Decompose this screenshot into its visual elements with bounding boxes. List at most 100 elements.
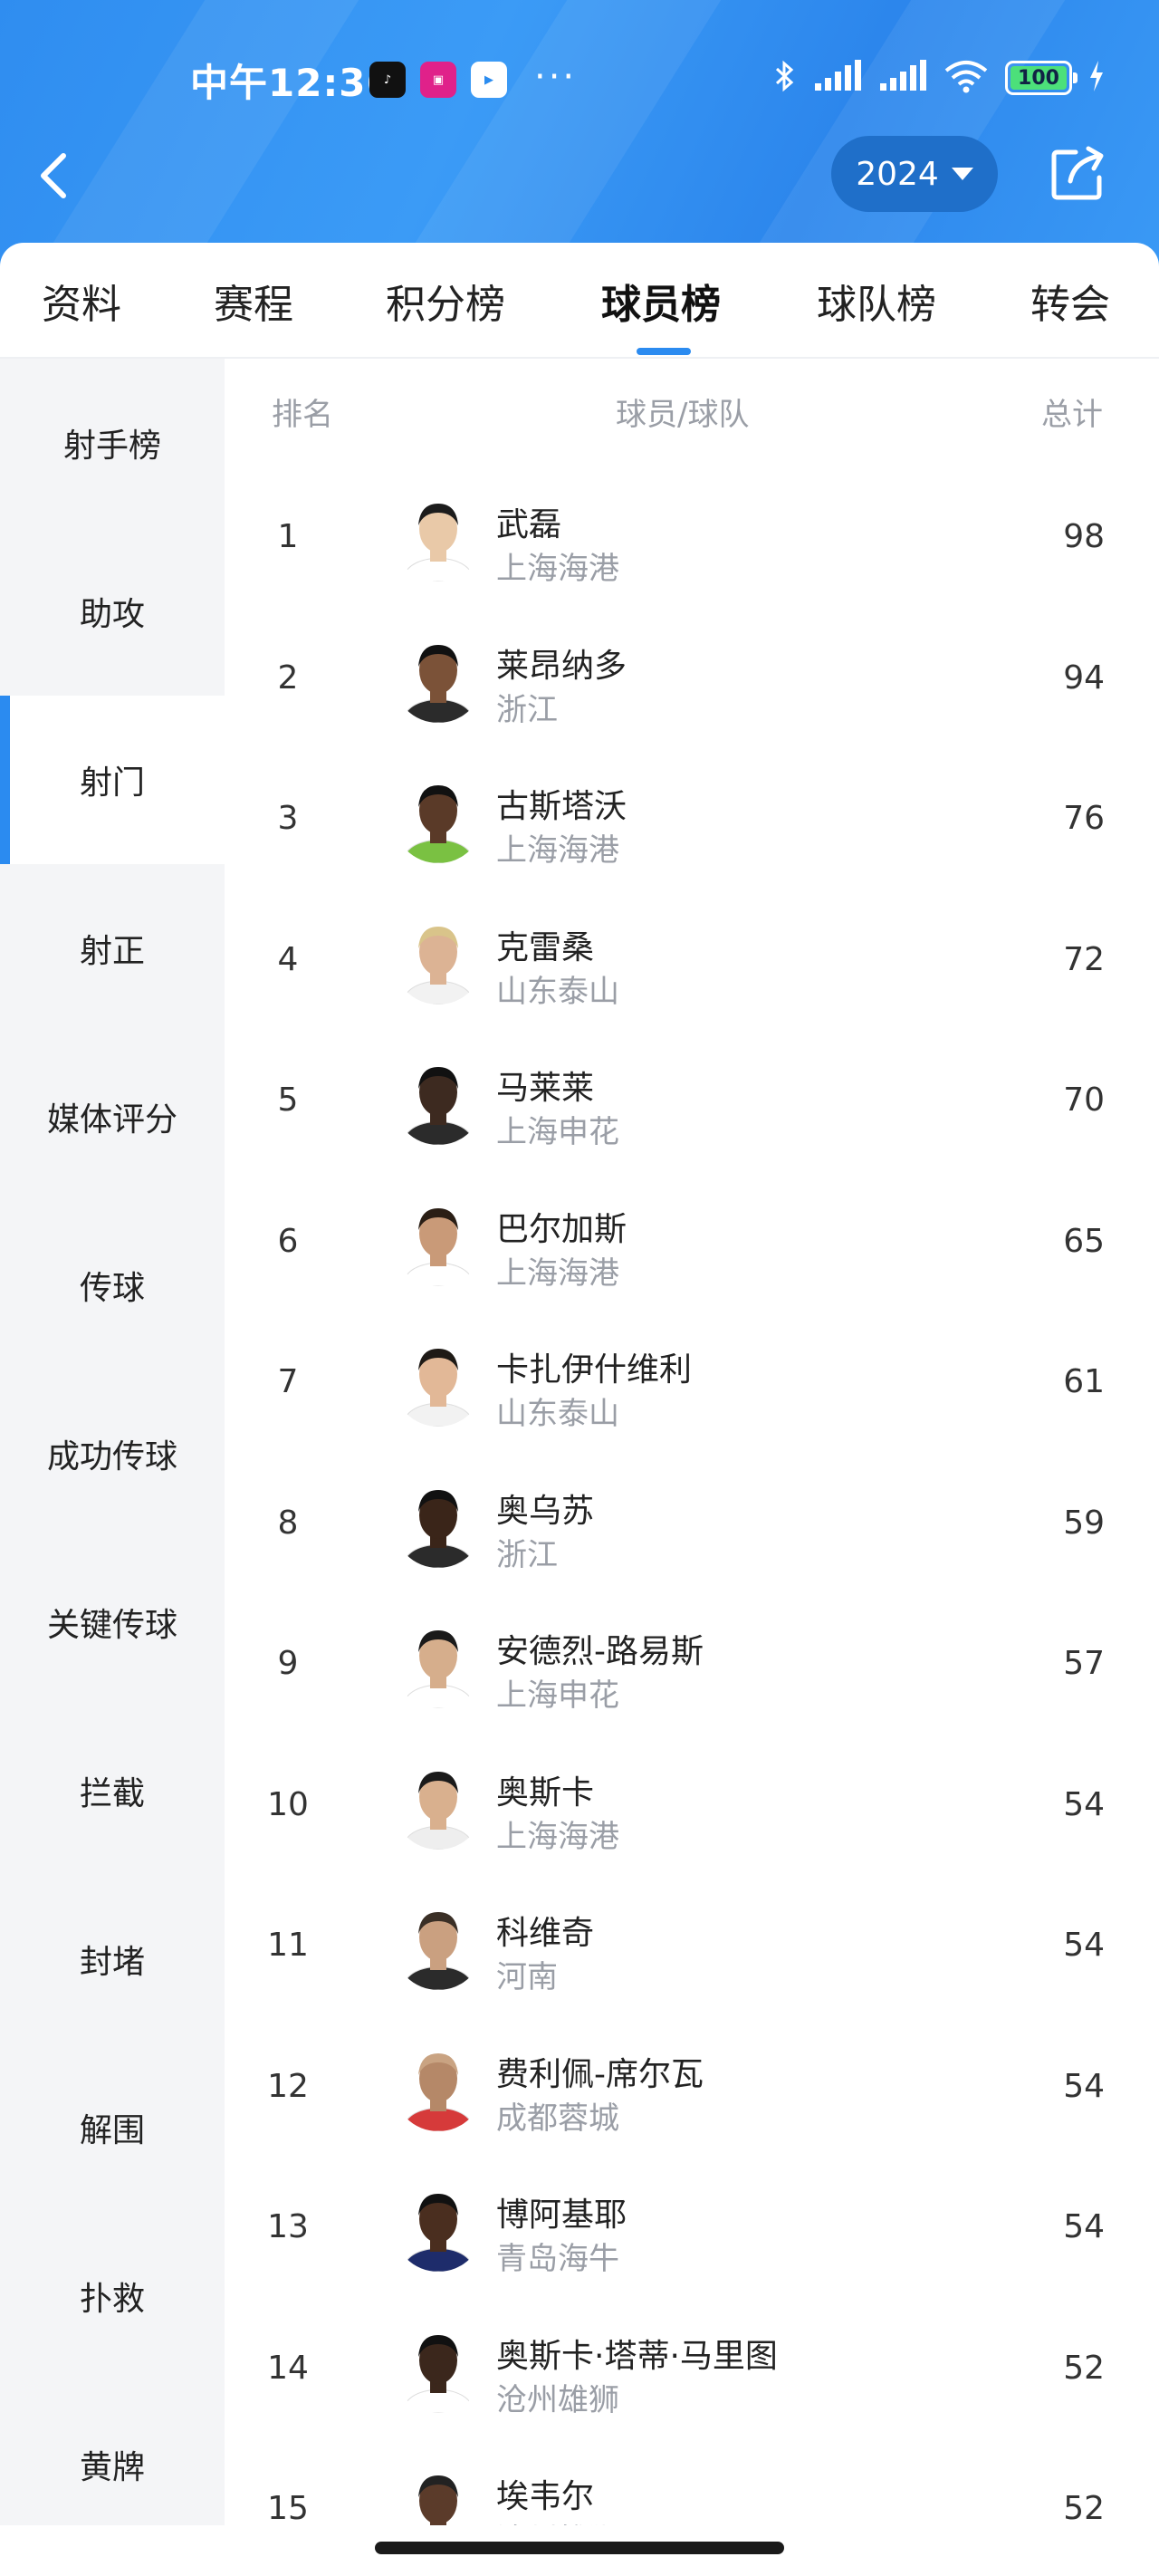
player-team: 成都蓉城 — [496, 2100, 619, 2137]
row-rank: 6 — [277, 1222, 299, 1260]
tab-team-rankings[interactable]: 球队榜 — [817, 272, 936, 330]
tiktok-icon: ♪ — [369, 62, 406, 98]
player-avatar — [393, 1195, 484, 1286]
charging-icon — [1088, 61, 1105, 95]
app-icon-pink: ▣ — [420, 62, 456, 98]
row-total: 61 — [1063, 1363, 1105, 1400]
player-name: 奥斯卡 — [496, 1773, 595, 1812]
player-name: 博阿基耶 — [496, 2196, 627, 2234]
row-total: 65 — [1063, 1222, 1105, 1260]
sidebar-item-goals[interactable]: 射手榜 — [0, 359, 225, 527]
sidebar-item-saves[interactable]: 扑救 — [0, 2212, 225, 2380]
sidebar-item-interceptions[interactable]: 拦截 — [0, 1706, 225, 1875]
sidebar-item-media-rating[interactable]: 媒体评分 — [0, 1033, 225, 1201]
table-row[interactable]: 11 科维奇 河南 54 — [225, 1879, 1159, 2021]
table-row[interactable]: 6 巴尔加斯 上海海港 65 — [225, 1176, 1159, 1317]
battery-level: 100 — [1011, 66, 1067, 90]
table-row[interactable]: 3 古斯塔沃上海海港 76 — [225, 753, 1159, 894]
player-avatar — [393, 1476, 484, 1568]
player-avatar — [393, 2040, 484, 2131]
sidebar-item-yellow-cards[interactable]: 黄牌 — [0, 2380, 225, 2549]
table-row[interactable]: 2 莱昂纳多 浙江 94 — [225, 612, 1159, 754]
back-button[interactable] — [27, 143, 81, 207]
player-name: 马莱莱 — [496, 1070, 595, 1107]
sidebar-item-shots[interactable]: 射门 — [0, 696, 225, 864]
sidebar-item-label: 成功传球 — [46, 1438, 177, 1475]
player-avatar — [393, 1618, 484, 1708]
sidebar-item-clearances[interactable]: 解围 — [0, 2043, 225, 2212]
row-rank: 7 — [277, 1363, 299, 1400]
row-total: 54 — [1063, 2067, 1105, 2105]
sidebar-item-blocks[interactable]: 封堵 — [0, 1875, 225, 2043]
player-avatar — [393, 1336, 484, 1427]
share-button[interactable] — [1049, 143, 1108, 203]
bluetooth-icon — [773, 58, 797, 98]
caret-down-icon — [951, 168, 973, 180]
home-indicator[interactable] — [375, 2542, 784, 2554]
table-row[interactable]: 13 博阿基耶 青岛海牛 54 — [225, 2161, 1159, 2302]
row-rank: 10 — [267, 1785, 309, 1823]
table-row[interactable]: 1 武磊 上海海港 98 — [225, 471, 1159, 612]
table-row[interactable]: 4 克雷桑 山东泰山 72 — [225, 894, 1159, 1035]
row-total: 72 — [1063, 940, 1105, 978]
sidebar-item-label: 助攻 — [79, 596, 145, 633]
column-header-player: 球员/球队 — [616, 397, 750, 433]
column-header-rank: 排名 — [272, 397, 333, 433]
row-total: 70 — [1063, 1081, 1105, 1119]
table-row[interactable]: 7 卡扎伊什维利 山东泰山 61 — [225, 1316, 1159, 1457]
player-name: 奥斯卡·塔蒂·马里图 — [496, 2337, 778, 2375]
row-rank: 3 — [277, 800, 299, 837]
player-name: 克雷桑 — [496, 928, 595, 966]
player-avatar — [393, 1758, 484, 1850]
row-rank: 5 — [277, 1081, 299, 1119]
row-total: 52 — [1063, 2349, 1105, 2387]
player-name: 古斯塔沃 — [496, 788, 627, 825]
sidebar-item-label: 射门 — [79, 764, 145, 802]
player-team: 浙江 — [496, 1536, 558, 1573]
sidebar-item-successful-passes[interactable]: 成功传球 — [0, 1370, 225, 1538]
stat-category-sidebar: 射手榜 助攻 射门 射正 媒体评分 传球 成功传球 关键传球 拦截 封堵 解围 … — [0, 359, 225, 2525]
player-avatar — [393, 1054, 484, 1145]
player-name: 卡扎伊什维利 — [496, 1351, 693, 1389]
tab-info[interactable]: 资料 — [42, 272, 121, 330]
table-row[interactable]: 5 马莱莱 上海申花 70 — [225, 1034, 1159, 1176]
table-row[interactable]: 8 奥乌苏浙江 59 — [225, 1457, 1159, 1599]
row-total: 59 — [1063, 1504, 1105, 1542]
player-team: 山东泰山 — [496, 973, 619, 1010]
table-row[interactable]: 10 奥斯卡 上海海港 54 — [225, 1739, 1159, 1880]
player-name: 安德烈-路易斯 — [496, 1633, 704, 1670]
table-row[interactable]: 9 安德烈-路易斯 上海申花 57 — [225, 1598, 1159, 1739]
sidebar-item-shots-on-target[interactable]: 射正 — [0, 864, 225, 1033]
sidebar-item-label: 拦截 — [79, 1775, 145, 1812]
row-rank: 9 — [277, 1645, 299, 1682]
row-total: 76 — [1063, 800, 1105, 837]
player-team: 山东泰山 — [496, 1396, 619, 1432]
table-row[interactable]: 12 费利佩-席尔瓦 成都蓉城 54 — [225, 2021, 1159, 2162]
tab-schedule[interactable]: 赛程 — [214, 272, 293, 330]
player-team: 上海海港 — [496, 832, 619, 869]
tab-player-rankings[interactable]: 球员榜 — [601, 272, 721, 330]
player-team: 青岛海牛 — [496, 2241, 619, 2277]
row-rank: 13 — [267, 2208, 309, 2245]
row-rank: 8 — [277, 1504, 299, 1542]
status-bar: 中午12:36 ♪ ▣ ▶ ··· 100 — [0, 0, 1159, 154]
row-rank: 1 — [277, 518, 299, 555]
player-name: 奥乌苏 — [496, 1492, 595, 1530]
player-team: 浙江 — [496, 691, 558, 728]
sidebar-item-label: 解围 — [79, 2112, 145, 2149]
sidebar-item-passes[interactable]: 传球 — [0, 1201, 225, 1370]
battery-icon: 100 — [1005, 61, 1078, 95]
player-avatar — [393, 2181, 484, 2272]
player-avatar — [393, 631, 484, 723]
tab-standings[interactable]: 积分榜 — [386, 272, 505, 330]
table-row[interactable]: 14 奥斯卡·塔蒂·马里图 沧州雄狮 52 — [225, 2302, 1159, 2444]
sidebar-item-assists[interactable]: 助攻 — [0, 527, 225, 696]
sidebar-item-label: 媒体评分 — [46, 1101, 177, 1139]
player-avatar — [393, 773, 484, 863]
year-dropdown[interactable]: 2024 — [831, 136, 998, 212]
status-time: 中午12:36 — [190, 61, 394, 105]
sidebar-item-key-passes[interactable]: 关键传球 — [0, 1538, 225, 1706]
player-avatar — [393, 491, 484, 582]
tab-bar: 资料 赛程 积分榜 球员榜 球队榜 转会 — [0, 243, 1159, 359]
tab-transfers[interactable]: 转会 — [1030, 272, 1110, 330]
